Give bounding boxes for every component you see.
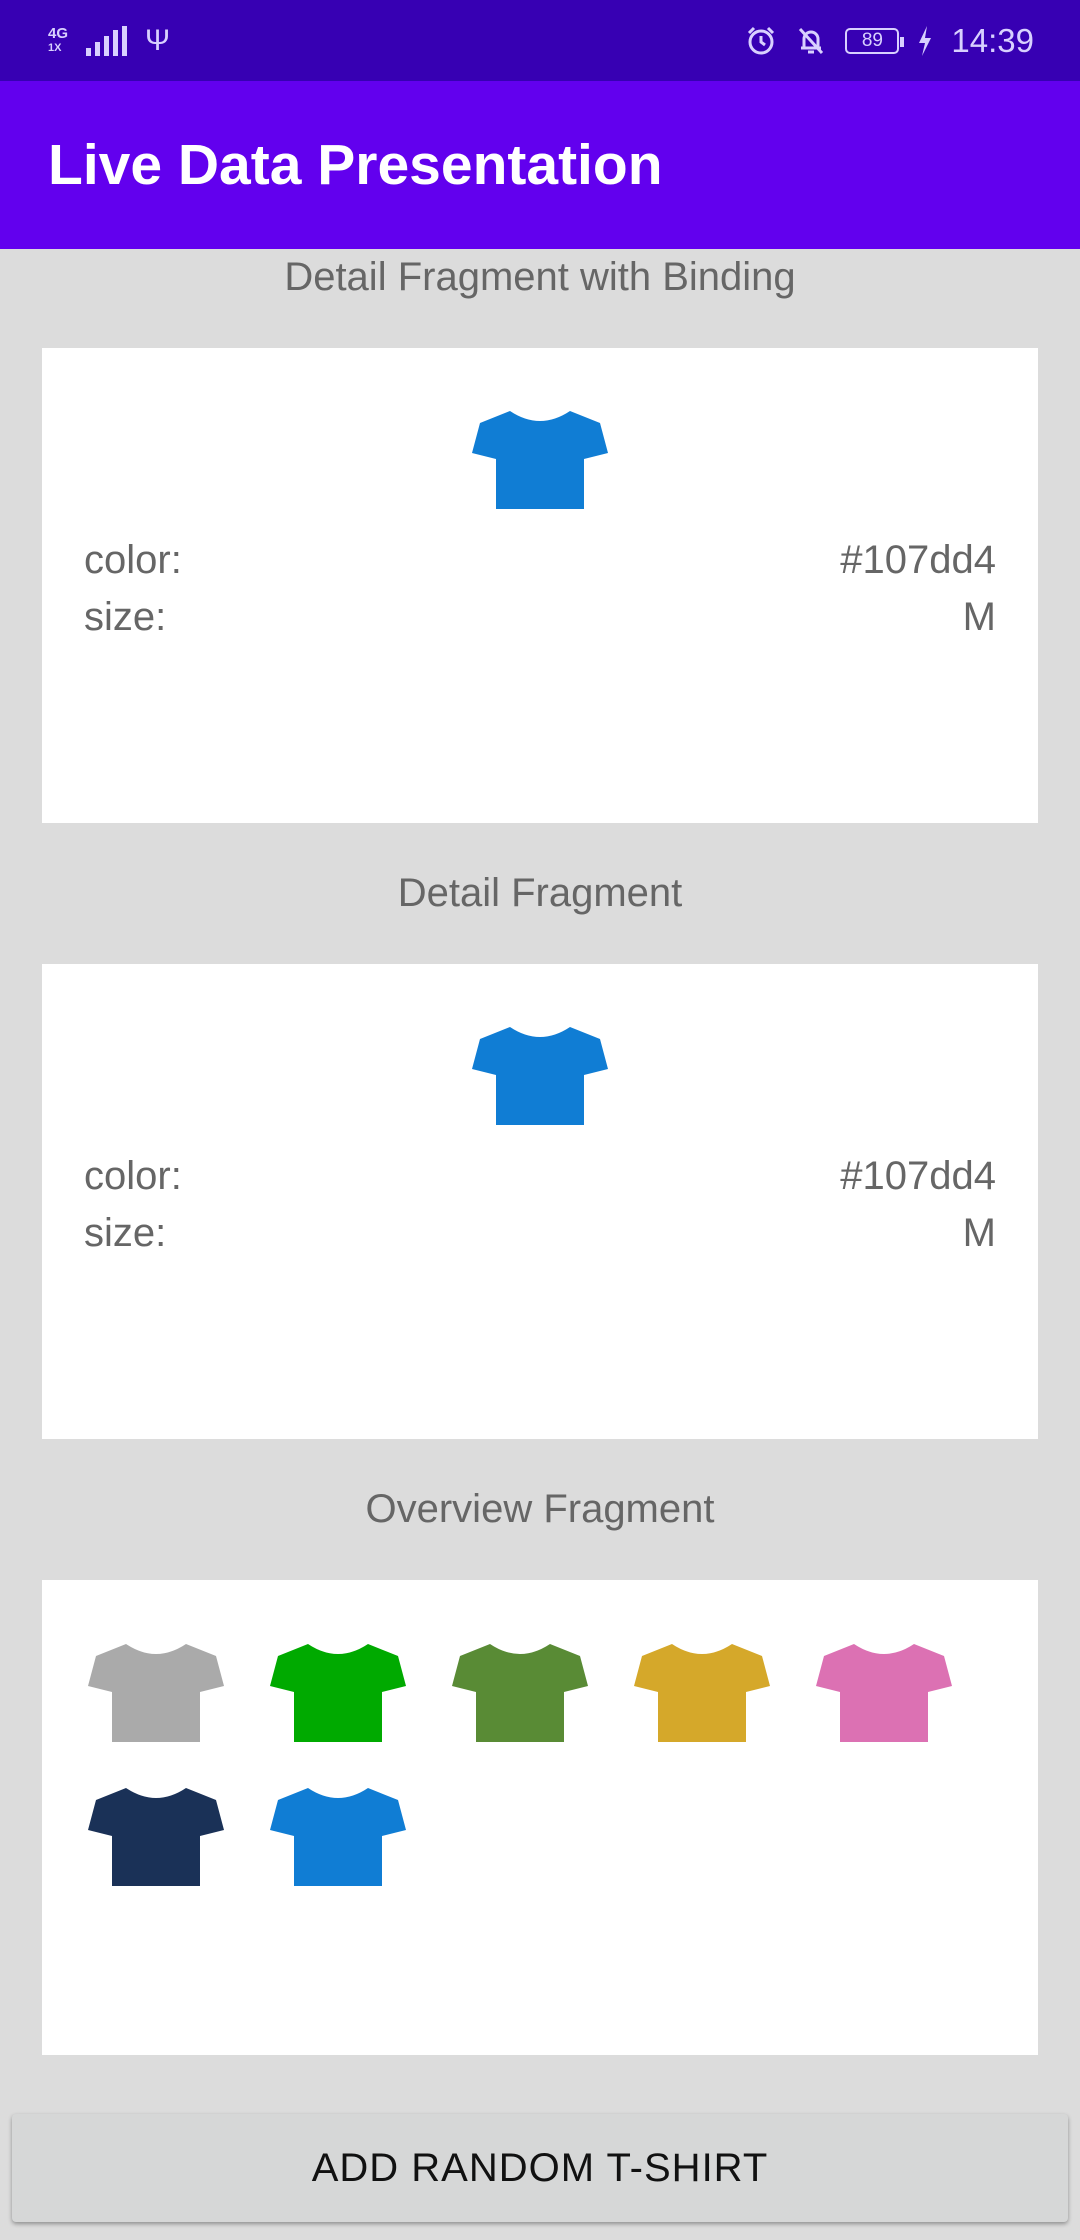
detail-binding-title: Detail Fragment with Binding — [284, 255, 796, 299]
overview-title: Overview Fragment — [365, 1487, 715, 1531]
color-label: color: — [84, 538, 182, 582]
app-title: Live Data Presentation — [48, 133, 663, 197]
detail-binding-card: color: #107dd4 size: M — [42, 348, 1038, 823]
network-type: 4G 1X — [48, 24, 69, 54]
color-value: #107dd4 — [840, 538, 996, 582]
tshirt-item[interactable] — [270, 1780, 406, 1894]
detail-card: color: #107dd4 size: M — [42, 964, 1038, 1439]
size-label: size: — [84, 595, 167, 639]
usb-icon: Ψ — [145, 23, 171, 57]
color-value: #107dd4 — [840, 1154, 996, 1198]
app-bar: Live Data Presentation — [0, 81, 1080, 249]
size-row: size: M — [84, 1211, 996, 1256]
tshirt-icon — [472, 403, 608, 517]
size-row: size: M — [84, 595, 996, 640]
tshirt-item[interactable] — [452, 1636, 588, 1750]
size-label: size: — [84, 1211, 167, 1255]
size-value: M — [962, 595, 996, 639]
size-value: M — [962, 1211, 996, 1255]
charging-icon — [919, 25, 932, 56]
tshirt-icon — [472, 1019, 608, 1133]
color-label: color: — [84, 1154, 182, 1198]
tshirt-item[interactable] — [88, 1636, 224, 1750]
detail-title: Detail Fragment — [397, 871, 683, 915]
tshirt-item[interactable] — [88, 1780, 224, 1894]
color-row: color: #107dd4 — [84, 538, 996, 583]
signal-icon — [86, 25, 128, 56]
tshirt-item[interactable] — [270, 1636, 406, 1750]
clock: 14:39 — [951, 21, 1034, 59]
status-bar: 4G 1X Ψ 89 14:39 — [0, 0, 1080, 81]
overview-card — [42, 1580, 1038, 2055]
tshirt-item[interactable] — [634, 1636, 770, 1750]
color-row: color: #107dd4 — [84, 1154, 996, 1199]
notifications-off-icon — [799, 27, 824, 54]
battery-icon: 89 — [845, 27, 905, 54]
tshirt-item[interactable] — [816, 1636, 952, 1750]
add-random-tshirt-button[interactable]: ADD RANDOM T-SHIRT — [12, 2114, 1068, 2222]
alarm-icon — [748, 26, 775, 54]
